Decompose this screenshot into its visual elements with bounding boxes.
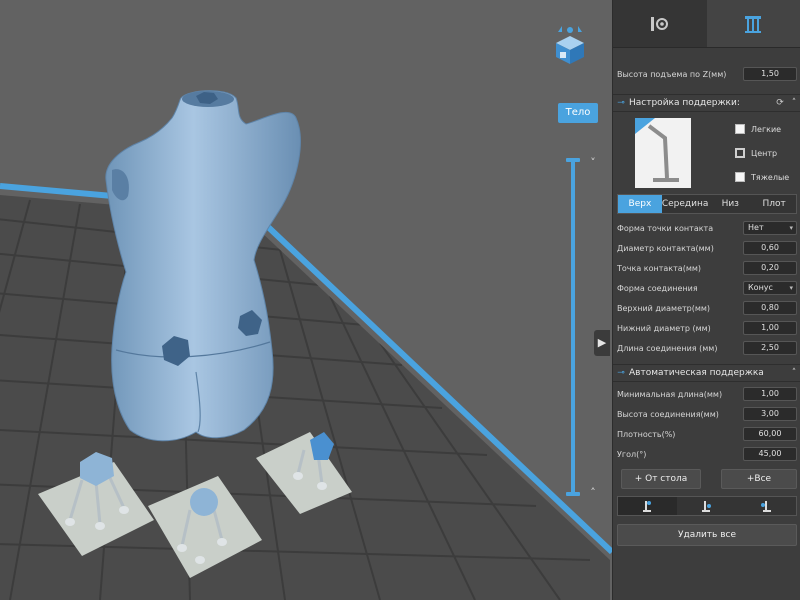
auto-support-title: Автоматическая поддержка (629, 368, 764, 378)
auto-support-pin-icon: ⊸ (617, 368, 625, 378)
tool-single-support[interactable] (618, 497, 678, 515)
density-label: Плотность(%) (617, 429, 676, 439)
lower-diameter-input[interactable]: 1,00 (743, 321, 797, 335)
delete-all-button[interactable]: Удалить все (617, 524, 797, 546)
connection-length-row: Длина соединения (мм) 2,50 (613, 340, 800, 356)
support-tool-tabs (617, 496, 797, 516)
connection-height-row: Высота соединения(мм) 3,00 (613, 406, 800, 422)
min-length-row: Минимальная длина(мм) 1,00 (613, 386, 800, 402)
angle-input[interactable]: 45,00 (743, 447, 797, 461)
panel-tabbar (613, 0, 800, 48)
tab-bottom[interactable]: Низ (708, 195, 753, 213)
view-cube-icon[interactable] (552, 22, 588, 66)
lift-height-label: Высота подъема по Z(мм) (617, 69, 727, 79)
auto-support-chevron-icon[interactable]: ˄ (787, 368, 800, 378)
contact-diameter-input[interactable]: 0,60 (743, 241, 797, 255)
all-button[interactable]: +Все (721, 469, 797, 489)
layer-up-chevron-icon[interactable]: ˅ (586, 156, 600, 169)
layer-slider-bottom-handle[interactable] (566, 492, 580, 496)
remove-support-icon (761, 501, 772, 512)
auto-support-header[interactable]: ⊸ Автоматическая поддержка ˄ (613, 364, 800, 382)
option-center[interactable]: Центр (735, 148, 777, 158)
tab-middle[interactable]: Середина (661, 195, 709, 213)
lower-diameter-label: Нижний диаметр (мм) (617, 323, 711, 333)
tool-branch-support[interactable] (677, 497, 737, 515)
support-pin-icon: ⊸ (617, 98, 625, 108)
support-section-tabs: Верх Середина Низ Плот (617, 194, 797, 214)
connection-length-label: Длина соединения (мм) (617, 343, 718, 353)
layer-slider-track[interactable] (571, 160, 575, 494)
contact-point-input[interactable]: 0,20 (743, 261, 797, 275)
single-support-icon (642, 501, 651, 512)
layer-down-chevron-icon[interactable]: ˄ (586, 486, 600, 499)
lift-height-input[interactable]: 1,50 (743, 67, 797, 81)
min-length-input[interactable]: 1,00 (743, 387, 797, 401)
panel-collapse-arrow-icon[interactable]: ▶ (594, 330, 610, 356)
tool-remove-support[interactable] (736, 497, 796, 515)
print-settings-tab[interactable] (613, 0, 707, 47)
angle-row: Угол(°) 45,00 (613, 446, 800, 462)
contact-shape-label: Форма точки контакта (617, 223, 714, 233)
refresh-icon[interactable]: ⟳ (773, 98, 787, 108)
supports-tab[interactable] (706, 0, 800, 47)
option-center-label: Центр (751, 148, 778, 158)
add-support-buttons: + От стола +Все (621, 469, 797, 489)
tab-raft[interactable]: Плот (752, 195, 796, 213)
option-light-checkbox[interactable] (735, 124, 745, 134)
supports-icon (745, 15, 762, 33)
contact-point-row: Точка контакта(мм) 0,20 (613, 260, 800, 276)
contact-diameter-label: Диаметр контакта(мм) (617, 243, 714, 253)
option-light-label: Легкие (751, 124, 782, 134)
option-heavy[interactable]: Тяжелые (735, 172, 789, 182)
contact-shape-row: Форма точки контакта Нет (613, 220, 800, 236)
option-heavy-checkbox[interactable] (735, 172, 745, 182)
support-panel: Высота подъема по Z(мм) 1,50 ⊸ Настройка… (612, 0, 800, 600)
contact-point-label: Точка контакта(мм) (617, 263, 702, 273)
collapse-chevron-icon[interactable]: ˄ (787, 98, 800, 108)
contact-diameter-row: Диаметр контакта(мм) 0,60 (613, 240, 800, 256)
connection-shape-row: Форма соединения Конус (613, 280, 800, 296)
option-center-checkbox[interactable] (735, 148, 745, 158)
tab-top[interactable]: Верх (618, 195, 662, 213)
min-length-label: Минимальная длина(мм) (617, 389, 723, 399)
density-row: Плотность(%) 60,00 (613, 426, 800, 442)
lower-diameter-row: Нижний диаметр (мм) 1,00 (613, 320, 800, 336)
lift-height-row: Высота подъема по Z(мм) 1,50 (613, 66, 800, 82)
connection-shape-select[interactable]: Конус (743, 281, 797, 295)
branch-support-icon (701, 501, 711, 512)
from-table-button[interactable]: + От стола (621, 469, 701, 489)
view-mode-button[interactable]: Тело (558, 103, 598, 123)
support-settings-header[interactable]: ⊸ Настройка поддержки: ⟳ ˄ (613, 94, 800, 112)
settings-icon (650, 16, 668, 31)
support-preview-image (635, 118, 691, 188)
connection-height-input[interactable]: 3,00 (743, 407, 797, 421)
density-input[interactable]: 60,00 (743, 427, 797, 441)
connection-length-input[interactable]: 2,50 (743, 341, 797, 355)
option-light[interactable]: Легкие (735, 124, 781, 134)
support-settings-title: Настройка поддержки: (629, 98, 740, 108)
option-heavy-label: Тяжелые (751, 172, 790, 182)
connection-height-label: Высота соединения(мм) (617, 409, 719, 419)
3d-viewport[interactable]: Тело ˅ ˄ ▶ (0, 0, 612, 600)
upper-diameter-input[interactable]: 0,80 (743, 301, 797, 315)
scene-canvas[interactable] (0, 0, 612, 600)
contact-shape-select[interactable]: Нет (743, 221, 797, 235)
upper-diameter-row: Верхний диаметр(мм) 0,80 (613, 300, 800, 316)
layer-slider[interactable] (566, 152, 580, 502)
connection-shape-label: Форма соединения (617, 283, 698, 293)
angle-label: Угол(°) (617, 449, 647, 459)
upper-diameter-label: Верхний диаметр(мм) (617, 303, 711, 313)
